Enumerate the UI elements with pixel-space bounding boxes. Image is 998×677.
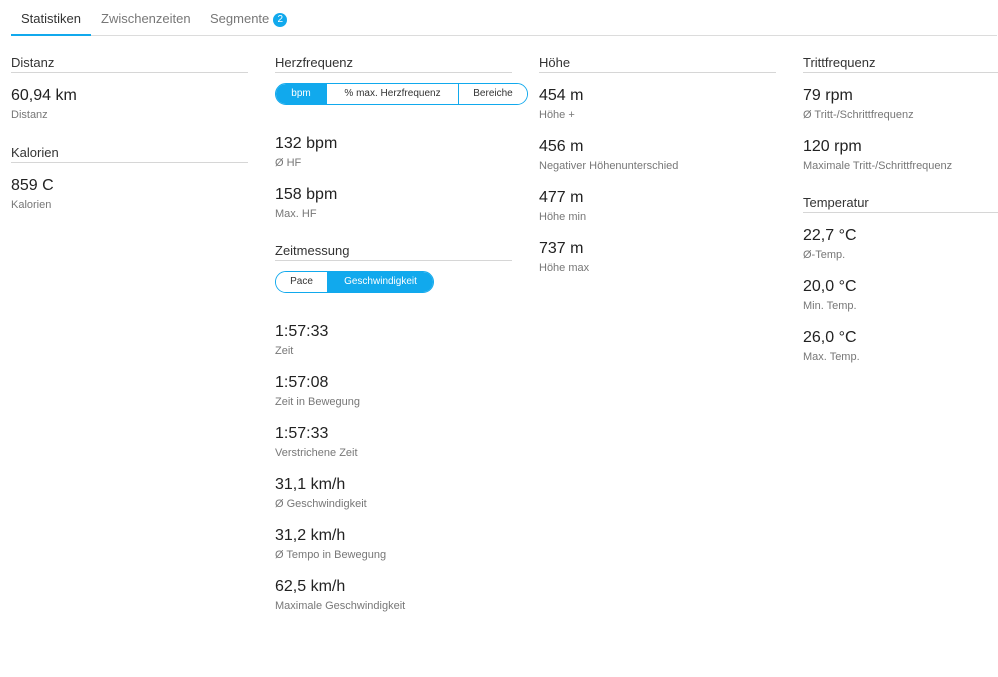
stat-hoehe-plus: 454 m Höhe + <box>539 86 776 124</box>
stat-label: Ø-Temp. <box>803 249 846 261</box>
stat-max-speed: 62,5 km/h Maximale Geschwindigkeit <box>275 577 512 615</box>
stat-label: Zeit in Bewegung <box>275 396 360 408</box>
segment-count-badge: 2 <box>273 13 288 27</box>
stat-value: 456 m <box>539 138 584 155</box>
stat-value: 1:57:33 <box>275 323 329 340</box>
stat-label: Zeit <box>275 345 294 357</box>
stat-label: Höhe + <box>539 109 575 121</box>
stat-avg-hr: 132 bpm Ø HF <box>275 134 512 172</box>
stat-zeit-in-bewegung: 1:57:08 Zeit in Bewegung <box>275 373 512 411</box>
column-herzfrequenz-zeitmessung: Herzfrequenz bpm % max. Herzfrequenz Ber… <box>275 56 528 615</box>
section-title-trittfrequenz: Trittfrequenz <box>803 56 998 73</box>
heart-rate-unit-toggle: bpm % max. Herzfrequenz Bereiche <box>275 83 528 105</box>
stat-value: 477 m <box>539 189 584 206</box>
stat-value: 120 rpm <box>803 138 862 155</box>
stat-label: Kalorien <box>11 199 52 211</box>
stat-value: 62,5 km/h <box>275 578 346 595</box>
stat-label: Ø Geschwindigkeit <box>275 498 367 510</box>
section-title-zeitmessung: Zeitmessung <box>275 244 512 261</box>
stat-max-hr: 158 bpm Max. HF <box>275 185 512 223</box>
stat-label: Höhe min <box>539 211 587 223</box>
stat-value: 20,0 °C <box>803 278 857 295</box>
stat-value: 158 bpm <box>275 186 338 203</box>
stat-label: Ø HF <box>275 157 302 169</box>
stat-label: Min. Temp. <box>803 300 857 312</box>
stat-value: 132 bpm <box>275 135 338 152</box>
stat-hoehe-min: 477 m Höhe min <box>539 188 776 226</box>
section-title-kalorien: Kalorien <box>11 146 248 163</box>
stat-avg-cadence: 79 rpm Ø Tritt-/Schrittfrequenz <box>803 86 998 124</box>
stat-value: 859 C <box>11 177 54 194</box>
stat-max-temp: 26,0 °C Max. Temp. <box>803 328 998 366</box>
stat-value: 31,1 km/h <box>275 476 346 493</box>
stat-kalorien: 859 C Kalorien <box>11 176 248 214</box>
tab-segmente[interactable]: Segmente 2 <box>210 11 288 36</box>
stat-value: 1:57:33 <box>275 425 329 442</box>
stat-label: Ø Tempo in Bewegung <box>275 549 387 561</box>
tab-zwischenzeiten[interactable]: Zwischenzeiten <box>101 11 191 36</box>
stat-hoehe-max: 737 m Höhe max <box>539 239 776 277</box>
stat-label: Max. HF <box>275 208 317 220</box>
tab-bar: Statistiken Zwischenzeiten Segmente 2 <box>11 0 997 36</box>
section-title-herzfrequenz: Herzfrequenz <box>275 56 512 73</box>
stat-label: Max. Temp. <box>803 351 860 363</box>
stat-max-cadence: 120 rpm Maximale Tritt-/Schrittfrequenz <box>803 137 998 175</box>
stat-verstrichene-zeit: 1:57:33 Verstrichene Zeit <box>275 424 512 462</box>
stat-min-temp: 20,0 °C Min. Temp. <box>803 277 998 315</box>
section-title-hoehe: Höhe <box>539 56 776 73</box>
stat-value: 31,2 km/h <box>275 527 346 544</box>
stat-avg-temp: 22,7 °C Ø-Temp. <box>803 226 998 264</box>
toggle-geschwindigkeit-button[interactable]: Geschwindigkeit <box>327 272 433 292</box>
stat-avg-speed: 31,1 km/h Ø Geschwindigkeit <box>275 475 512 513</box>
toggle-bpm-button[interactable]: bpm <box>276 84 326 104</box>
column-trittfrequenz-temperatur: Trittfrequenz 79 rpm Ø Tritt-/Schrittfre… <box>803 56 998 366</box>
stat-value: 22,7 °C <box>803 227 857 244</box>
stat-label: Maximale Geschwindigkeit <box>275 600 406 612</box>
stat-label: Negativer Höhenunterschied <box>539 160 679 172</box>
stat-label: Maximale Tritt-/Schrittfrequenz <box>803 160 953 172</box>
section-title-distanz: Distanz <box>11 56 248 73</box>
tab-statistiken[interactable]: Statistiken <box>11 11 91 36</box>
stat-label: Ø Tritt-/Schrittfrequenz <box>803 109 914 121</box>
stat-negative-elevation: 456 m Negativer Höhenunterschied <box>539 137 776 175</box>
tab-segmente-label: Segmente <box>210 11 270 26</box>
stat-zeit: 1:57:33 Zeit <box>275 322 512 360</box>
stat-value: 26,0 °C <box>803 329 857 346</box>
stat-avg-moving-speed: 31,2 km/h Ø Tempo in Bewegung <box>275 526 512 564</box>
stat-value: 737 m <box>539 240 584 257</box>
stat-distanz: 60,94 km Distanz <box>11 86 248 124</box>
toggle-pace-button[interactable]: Pace <box>276 272 327 292</box>
stat-value: 79 rpm <box>803 87 853 104</box>
toggle-percent-max-hr-button[interactable]: % max. Herzfrequenz <box>326 84 458 104</box>
stat-label: Distanz <box>11 109 48 121</box>
stat-label: Verstrichene Zeit <box>275 447 358 459</box>
column-distanz-kalorien: Distanz 60,94 km Distanz Kalorien 859 C … <box>11 56 248 214</box>
toggle-bereiche-button[interactable]: Bereiche <box>458 84 527 104</box>
stat-label: Höhe max <box>539 262 590 274</box>
section-title-temperatur: Temperatur <box>803 196 998 213</box>
timing-mode-toggle: Pace Geschwindigkeit <box>275 271 434 293</box>
stat-value: 60,94 km <box>11 87 77 104</box>
stat-value: 1:57:08 <box>275 374 329 391</box>
stat-value: 454 m <box>539 87 584 104</box>
column-hoehe: Höhe 454 m Höhe + 456 m Negativer Höhenu… <box>539 56 776 277</box>
